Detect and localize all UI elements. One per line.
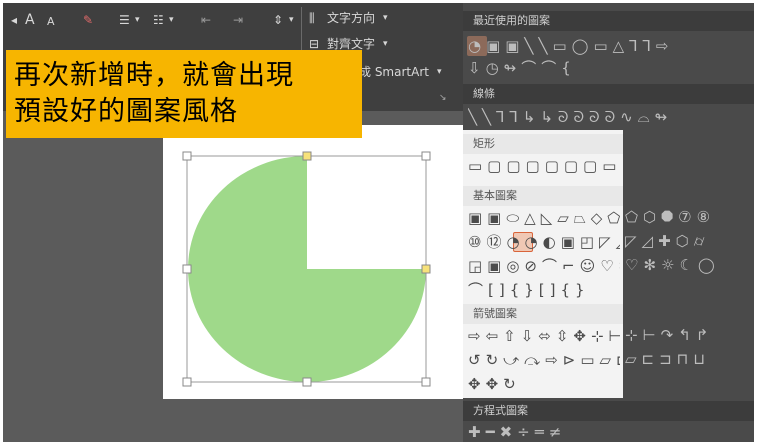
arrows-row-2-overflow: ▱⊏⊐⊓⊔ bbox=[625, 350, 711, 368]
resize-handle-top-right[interactable] bbox=[421, 151, 431, 161]
basic-shapes-row-4[interactable]: ⌒[]{}[]{} bbox=[468, 280, 620, 300]
section-block-arrows: 箭號圖案 bbox=[463, 304, 623, 324]
bullets-dropdown-arrow[interactable]: ▾ bbox=[135, 13, 140, 27]
arrows-row-3[interactable]: ✥✥↻ bbox=[468, 374, 620, 394]
adjust-handle-top[interactable] bbox=[302, 151, 312, 161]
convert-smartart-button[interactable]: 成 SmartArt bbox=[359, 65, 429, 79]
basic-shapes-row-2[interactable]: ⑩⑫◔◔◐▣◰◸◿✚⬡⌭ bbox=[468, 232, 620, 252]
numbering-icon[interactable]: ☷ bbox=[153, 13, 164, 27]
basic-shapes-row-1-overflow: ⬠⬡⯃⑦⑧ bbox=[625, 208, 716, 226]
bullets-icon[interactable]: ☰ bbox=[119, 13, 130, 27]
resize-handle-bottom-right[interactable] bbox=[421, 377, 431, 387]
section-recent-shapes: 最近使用的圖案 bbox=[463, 11, 754, 31]
font-shrink-button[interactable]: A bbox=[47, 15, 55, 29]
text-direction-button[interactable]: 文字方向 bbox=[327, 11, 375, 25]
resize-handle-top-left[interactable] bbox=[182, 151, 192, 161]
lines-row-1[interactable]: ╲╲⅂⅂↳↳ᘐᘐᘐᘐ∿⌓↬ bbox=[468, 108, 672, 126]
recent-shapes-row-1[interactable]: ◔▣▣╲╲▭◯▭△⅂⅂⇨ bbox=[468, 37, 673, 55]
basic-shapes-row-1[interactable]: ▣▣⬭△◺▱⏢◇⬠⬡⯃⑦⑧ bbox=[468, 208, 620, 228]
slide-canvas[interactable] bbox=[163, 125, 463, 399]
resize-handle-bottom-left[interactable] bbox=[182, 377, 192, 387]
recent-shapes-row-2[interactable]: ⇩◷↬⌒⌒{ bbox=[468, 59, 576, 77]
basic-shapes-row-3-overflow: ♡✻☼☾◯ bbox=[625, 256, 720, 274]
text-direction-icon[interactable]: ⫼ bbox=[309, 11, 315, 25]
arrows-row-1[interactable]: ⇨⇦⇧⇩⬄⇳✥⊹⊢↷↰↱ bbox=[468, 326, 620, 346]
screenshot-frame: ◂ A A ✎ ☰ ▾ ☷ ▾ ⇤ ⇥ ⇕ ▾ ⫼ 文字方向 ▾ ⊟ 對齊文字 … bbox=[0, 0, 760, 446]
numbering-dropdown-arrow[interactable]: ▾ bbox=[169, 13, 174, 27]
smartart-dropdown-arrow[interactable]: ▾ bbox=[437, 65, 442, 79]
align-text-button[interactable]: 對齊文字 bbox=[327, 37, 375, 51]
tutorial-callout: 再次新增時，就會出現 預設好的圖案風格 bbox=[6, 50, 362, 138]
arrows-row-2[interactable]: ↺↻⤻⤼⇨⊳▭▱⊏⊐⊓⊔ bbox=[468, 350, 620, 370]
align-text-dropdown-arrow[interactable]: ▾ bbox=[383, 37, 388, 51]
line-spacing-dropdown-arrow[interactable]: ▾ bbox=[289, 13, 294, 27]
equation-shapes-row-1[interactable]: ✚━✖÷═≠ bbox=[468, 423, 566, 441]
section-basic-shapes: 基本圖案 bbox=[463, 186, 623, 206]
section-equation-shapes: 方程式圖案 bbox=[463, 401, 754, 421]
callout-line-1: 再次新增時，就會出現 bbox=[14, 60, 294, 91]
increase-indent-icon[interactable]: ⇥ bbox=[233, 13, 243, 27]
font-grow-button[interactable]: A bbox=[25, 13, 35, 27]
clear-format-icon[interactable]: ✎ bbox=[83, 13, 93, 27]
section-lines: 線條 bbox=[463, 84, 754, 104]
align-text-icon[interactable]: ⊟ bbox=[309, 37, 319, 51]
arrows-row-1-overflow: ⊹⊢↷↰↱ bbox=[625, 326, 714, 344]
decrease-indent-icon[interactable]: ⇤ bbox=[201, 13, 211, 27]
basic-shapes-row-2-overflow: ◸◿✚⬡⌭ bbox=[625, 232, 710, 250]
resize-handle-left[interactable] bbox=[182, 264, 192, 274]
pie-shape[interactable] bbox=[188, 156, 426, 382]
slide-drawing bbox=[182, 151, 431, 387]
powerpoint-window: ◂ A A ✎ ☰ ▾ ☷ ▾ ⇤ ⇥ ⇕ ▾ ⫼ 文字方向 ▾ ⊟ 對齊文字 … bbox=[3, 3, 754, 442]
rectangles-row-1[interactable]: ▭▢▢▢▢▢▢▭▭ bbox=[468, 156, 620, 176]
adjust-handle-right[interactable] bbox=[421, 264, 431, 274]
resize-handle-bottom[interactable] bbox=[302, 377, 312, 387]
section-rectangles: 矩形 bbox=[463, 134, 623, 154]
basic-shapes-row-3[interactable]: ◲▣◎⊘⌒⌐☺♡✻☼☾◯ bbox=[468, 256, 620, 276]
callout-line-2: 預設好的圖案風格 bbox=[14, 96, 238, 127]
text-direction-dropdown-arrow[interactable]: ▾ bbox=[383, 11, 388, 25]
line-spacing-icon[interactable]: ⇕ bbox=[273, 13, 283, 27]
ribbon-left-caret[interactable]: ◂ bbox=[11, 13, 17, 27]
paragraph-launcher-icon[interactable]: ↘ bbox=[439, 91, 447, 105]
